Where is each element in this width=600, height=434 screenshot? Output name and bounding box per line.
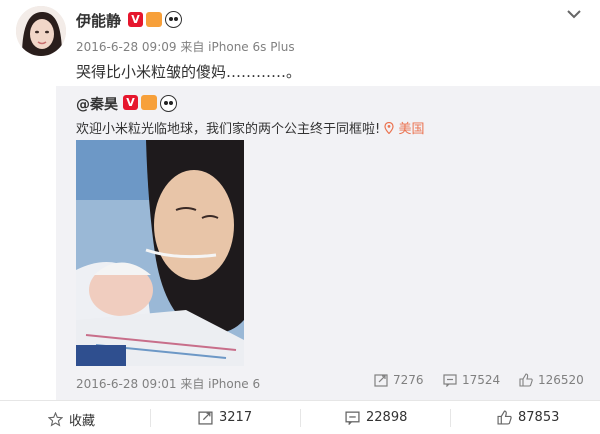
post-source: iPhone 6s Plus	[208, 40, 295, 54]
post-meta: 2016-6-28 09:09 来自 iPhone 6s Plus	[76, 38, 295, 55]
repost-like-count: 126520	[538, 373, 584, 387]
action-bar: 收藏 3217 22898 87853	[0, 400, 600, 434]
divider	[150, 409, 151, 427]
repost-author-badges: V	[123, 95, 177, 112]
comment-button[interactable]: 22898	[345, 410, 407, 425]
crown-icon[interactable]	[146, 12, 162, 27]
repost-repost-action[interactable]: 7276	[374, 373, 424, 387]
post-author[interactable]: 伊能静	[76, 10, 121, 31]
comment-icon	[345, 411, 360, 425]
repost-box: @秦昊 V 欢迎小米粒光临地球，我们家的两个公主终于同框啦! 美国 2016-6…	[56, 86, 600, 400]
repost-body: 欢迎小米粒光临地球，我们家的两个公主终于同框啦!	[76, 122, 381, 137]
source-prefix: 来自	[180, 40, 205, 54]
favorite-label: 收藏	[69, 414, 96, 429]
avatar-image	[16, 6, 66, 56]
panda-icon[interactable]	[160, 95, 177, 112]
repost-source: iPhone 6	[208, 377, 261, 391]
verified-v-icon[interactable]: V	[123, 95, 138, 110]
post-text: 哭得比小米粒皱的傻妈…………。	[76, 63, 302, 81]
star-icon	[48, 412, 63, 427]
comment-icon	[443, 374, 457, 387]
repost-repost-count: 7276	[393, 373, 424, 387]
repost-location[interactable]: 美国	[384, 121, 425, 137]
repost-icon	[198, 411, 213, 425]
repost-location-label: 美国	[398, 122, 425, 137]
divider	[450, 409, 451, 427]
crown-icon[interactable]	[141, 95, 157, 110]
repost-icon	[374, 374, 388, 387]
repost-count: 3217	[219, 410, 253, 425]
favorite-button[interactable]: 收藏	[48, 410, 95, 429]
repost-text: 欢迎小米粒光临地球，我们家的两个公主终于同框啦! 美国	[76, 118, 425, 137]
chevron-down-icon[interactable]	[565, 8, 583, 20]
repost-timestamp[interactable]: 2016-6-28 09:01	[76, 377, 177, 391]
panda-icon[interactable]	[165, 11, 182, 28]
repost-meta: 2016-6-28 09:01 来自 iPhone 6	[76, 375, 260, 392]
author-badges: V	[128, 11, 182, 28]
repost-comment-action[interactable]: 17524	[443, 373, 500, 387]
like-count: 87853	[518, 410, 560, 425]
repost-button[interactable]: 3217	[198, 410, 252, 425]
repost-photo[interactable]	[76, 140, 244, 366]
comment-count: 22898	[366, 410, 408, 425]
thumbs-up-icon	[497, 410, 512, 425]
divider	[300, 409, 301, 427]
photo-image	[76, 140, 244, 366]
repost-author[interactable]: @秦昊	[76, 94, 118, 114]
thumbs-up-icon	[519, 373, 533, 387]
location-pin-icon	[384, 121, 394, 135]
repost-comment-count: 17524	[462, 373, 501, 387]
verified-v-icon[interactable]: V	[128, 12, 143, 27]
source-prefix: 来自	[180, 377, 205, 391]
like-button[interactable]: 87853	[497, 410, 559, 425]
avatar[interactable]	[16, 6, 66, 56]
repost-like-action[interactable]: 126520	[519, 373, 584, 387]
post-timestamp[interactable]: 2016-6-28 09:09	[76, 40, 177, 54]
